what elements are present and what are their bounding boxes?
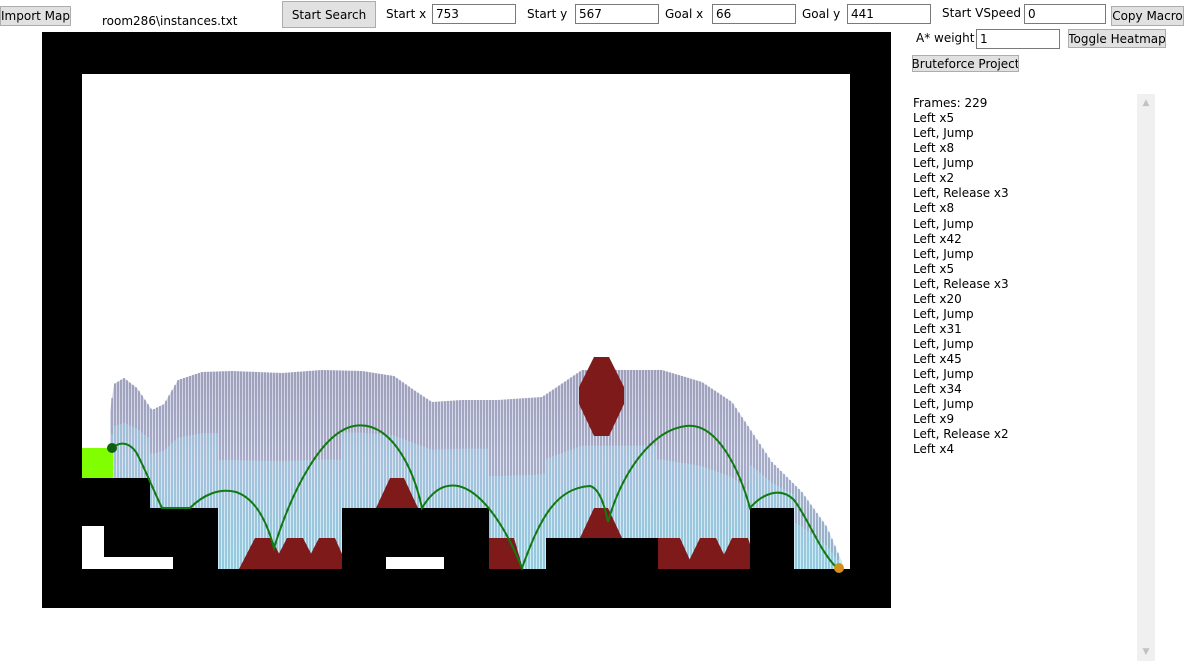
goal-marker [107, 443, 117, 453]
macro-line: Left x9 [913, 412, 955, 427]
terrain-gap [104, 557, 173, 569]
macro-line: Left x4 [913, 442, 955, 457]
macro-line: Left x8 [913, 141, 955, 156]
macro-line: Left x31 [913, 321, 962, 336]
macro-line: Left, Jump [913, 126, 974, 141]
import-map-button[interactable]: Import Map [0, 6, 71, 26]
goal-block [82, 448, 113, 478]
start-marker [834, 563, 844, 573]
macro-line: Left, Jump [913, 397, 974, 412]
macro-line: Left, Jump [913, 246, 974, 261]
copy-macro-button[interactable]: Copy Macro [1111, 6, 1184, 26]
macro-line: Left x2 [913, 171, 955, 186]
macro-line: Left, Jump [913, 156, 974, 171]
macro-line: Left x34 [913, 382, 962, 397]
astar-weight-label: A* weight [916, 31, 975, 45]
map-file-name: room286\instances.txt [102, 14, 238, 28]
start-search-button[interactable]: Start Search [282, 1, 376, 28]
terrain-gap [386, 557, 444, 569]
bruteforce-project-button[interactable]: Bruteforce Project [912, 55, 1019, 72]
toggle-heatmap-button[interactable]: Toggle Heatmap [1068, 29, 1166, 48]
macro-line: Left x8 [913, 201, 955, 216]
macro-line: Left x5 [913, 111, 955, 126]
map-canvas[interactable] [42, 32, 891, 608]
terrain-gap [82, 526, 104, 569]
start-y-input[interactable] [575, 4, 659, 24]
macro-line: Left x45 [913, 352, 962, 367]
macro-line: Left x20 [913, 291, 962, 306]
start-y-label: Start y [527, 7, 568, 21]
macro-line: Left, Release x3 [913, 186, 1009, 201]
start-vspeed-label: Start VSpeed [942, 6, 1021, 20]
macro-line: Left x5 [913, 261, 955, 276]
macro-line: Left, Jump [913, 306, 974, 321]
start-x-label: Start x [386, 7, 427, 21]
macro-line: Left x42 [913, 231, 962, 246]
macro-line: Left, Jump [913, 337, 974, 351]
macro-line: Left, Jump [913, 367, 974, 382]
start-vspeed-input[interactable] [1024, 4, 1106, 24]
macro-output-list: Frames: 229 Left x5 Left, Jump Left x8 Left,… [913, 96, 1133, 458]
macro-line: Left, Jump [913, 216, 974, 231]
goal-y-input[interactable] [847, 4, 931, 24]
goal-x-label: Goal x [665, 7, 704, 21]
macro-scrollbar[interactable]: ▲ ▼ [1137, 94, 1155, 661]
macro-line: Frames: 229 [913, 96, 988, 110]
terrain-block [546, 538, 658, 569]
start-x-input[interactable] [432, 4, 516, 24]
scroll-down-arrow-icon[interactable]: ▼ [1137, 645, 1155, 659]
terrain-block [750, 508, 794, 569]
macro-line: Left, Release x2 [913, 427, 1009, 442]
macro-line: Left, Release x3 [913, 276, 1009, 291]
scroll-up-arrow-icon[interactable]: ▲ [1137, 96, 1155, 110]
goal-y-label: Goal y [802, 7, 841, 21]
goal-x-input[interactable] [712, 4, 796, 24]
astar-weight-input[interactable] [976, 29, 1060, 49]
